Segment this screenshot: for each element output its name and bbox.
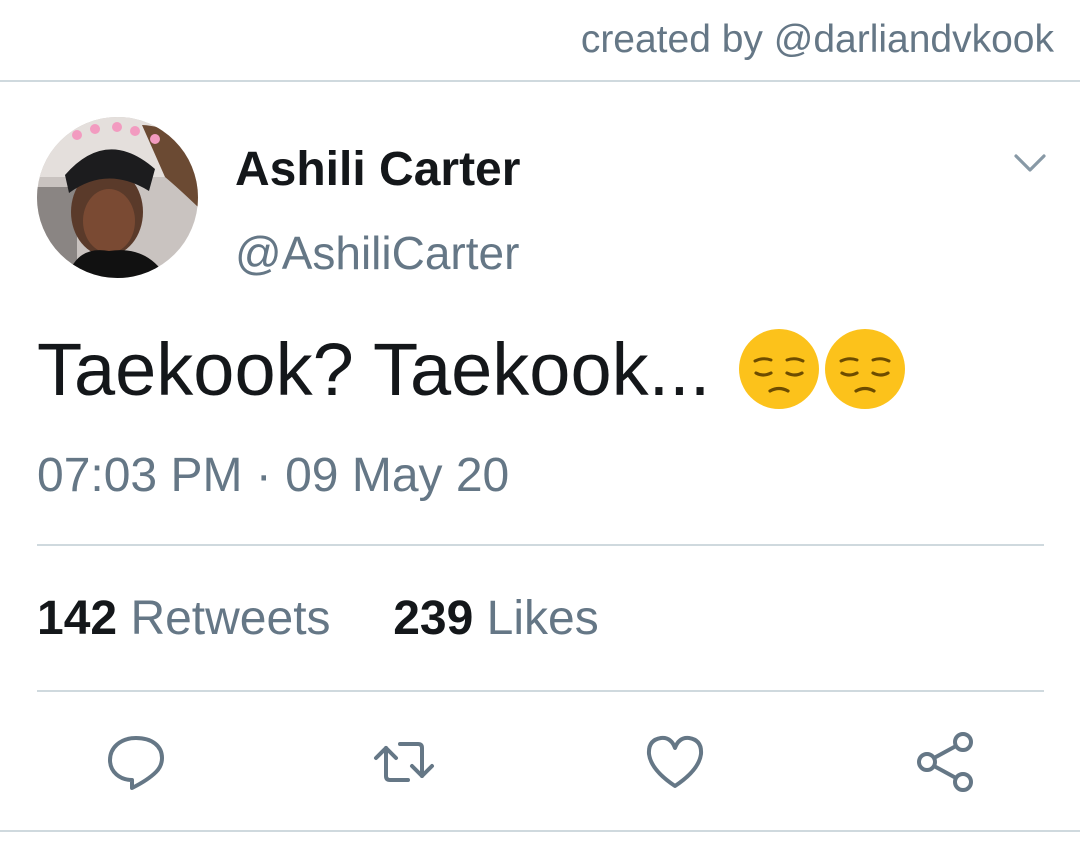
chevron-down-icon[interactable] bbox=[1010, 144, 1050, 184]
tweet-stats: 142 Retweets 239 Likes bbox=[37, 591, 599, 646]
tweet-actions bbox=[0, 724, 1080, 804]
pensive-face-emoji bbox=[823, 327, 907, 411]
divider bbox=[37, 690, 1044, 692]
tweet-timestamp[interactable]: 07:03 PM · 09 May 20 bbox=[37, 448, 509, 503]
author-handle[interactable]: @AshiliCarter bbox=[235, 226, 519, 280]
retweet-icon[interactable] bbox=[372, 730, 436, 794]
share-icon[interactable] bbox=[913, 730, 977, 794]
divider bbox=[37, 544, 1044, 546]
creator-credit: created by @darliandvkook bbox=[580, 18, 1054, 61]
retweets-label: Retweets bbox=[130, 592, 331, 645]
tweet-card: Ashili Carter @AshiliCarter Taekook? Tae… bbox=[0, 84, 1080, 852]
tweet-text-content: Taekook? Taekook... bbox=[37, 328, 711, 411]
credit-bar: created by @darliandvkook bbox=[0, 0, 1080, 82]
pensive-face-emoji bbox=[737, 327, 821, 411]
likes-stat[interactable]: 239 Likes bbox=[380, 592, 599, 645]
author-name[interactable]: Ashili Carter bbox=[235, 142, 520, 197]
tweet-text: Taekook? Taekook... bbox=[37, 327, 907, 412]
retweets-count: 142 bbox=[37, 592, 118, 645]
reply-icon[interactable] bbox=[104, 730, 168, 794]
divider bbox=[0, 830, 1080, 832]
avatar[interactable] bbox=[37, 117, 198, 278]
likes-label: Likes bbox=[486, 592, 599, 645]
like-icon[interactable] bbox=[643, 730, 707, 794]
avatar-image bbox=[37, 117, 198, 278]
likes-count: 239 bbox=[393, 592, 474, 645]
retweets-stat[interactable]: 142 Retweets bbox=[37, 592, 344, 645]
